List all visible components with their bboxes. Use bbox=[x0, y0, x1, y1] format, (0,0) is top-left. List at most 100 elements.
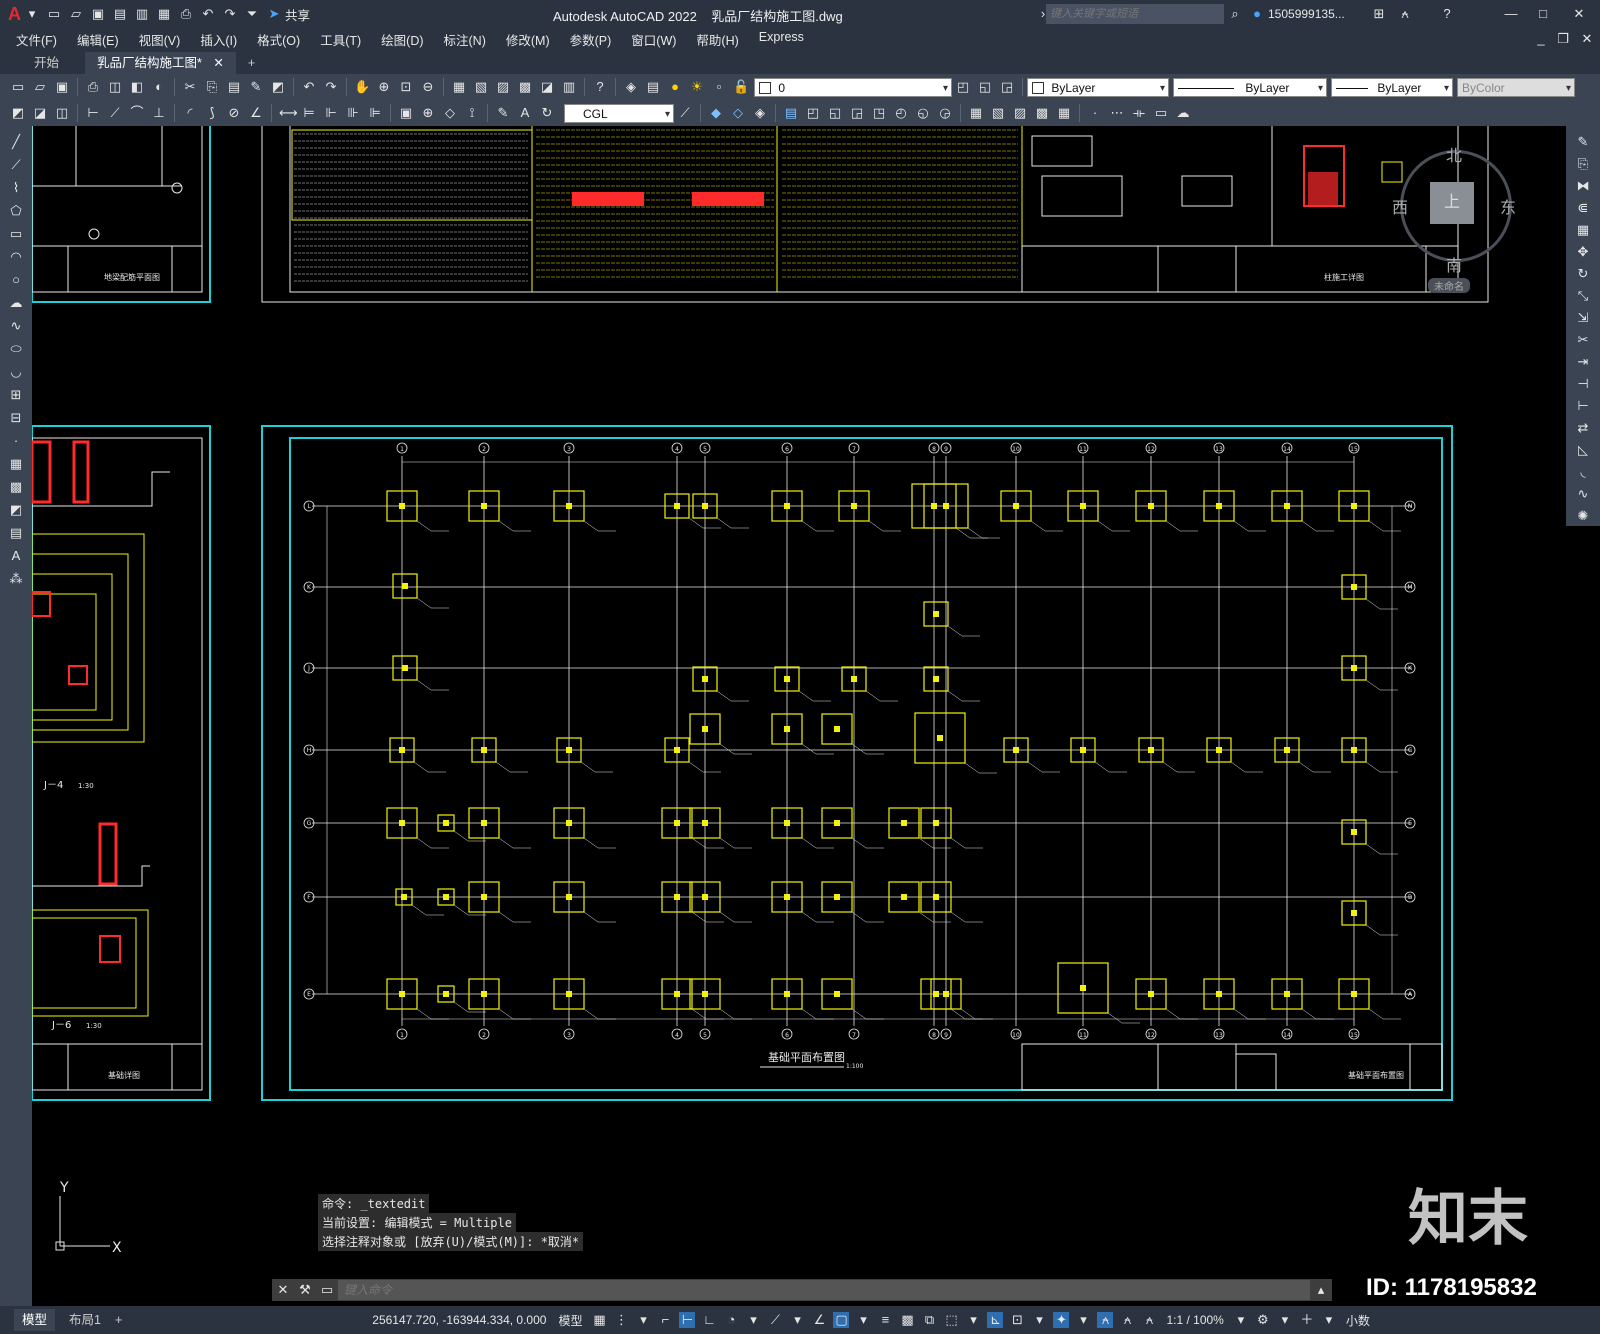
tab-layout1[interactable]: 布局1 bbox=[61, 1309, 109, 1331]
erase-icon[interactable]: ✎ bbox=[1575, 134, 1591, 152]
insert-block-icon[interactable]: ⊞ bbox=[8, 387, 24, 406]
snap-icon[interactable]: ⋮ bbox=[613, 1312, 629, 1328]
dim-text-edit-icon[interactable]: A bbox=[517, 105, 533, 121]
annotation-visibility-icon[interactable]: ⍲ bbox=[1097, 1312, 1114, 1328]
explode-icon[interactable]: ✺ bbox=[1575, 508, 1591, 526]
chamfer-icon[interactable]: ◺ bbox=[1575, 442, 1591, 460]
viewport-icon[interactable]: ▫ bbox=[711, 79, 727, 95]
search-icon[interactable]: ⌕ bbox=[1227, 6, 1243, 22]
new-icon[interactable]: ▭ bbox=[46, 6, 62, 22]
selection-filter-icon[interactable]: ⊡ bbox=[1009, 1312, 1025, 1328]
viewcube[interactable]: 上 北 南 西 东 未命名 bbox=[1392, 136, 1522, 296]
ole-icon[interactable]: ◶ bbox=[937, 105, 953, 121]
fillet-icon[interactable]: ◟ bbox=[1575, 464, 1591, 482]
plot-icon[interactable]: ⎙ bbox=[178, 6, 194, 22]
add-selected-icon[interactable]: ⁂ bbox=[8, 571, 24, 590]
chevron-down-icon[interactable]: ▾ bbox=[1321, 1312, 1337, 1328]
hatch-icon[interactable]: ▦ bbox=[968, 105, 984, 121]
chevron-down-icon[interactable]: ▾ bbox=[1031, 1312, 1047, 1328]
dynamic-ucs-icon[interactable]: ⊾ bbox=[987, 1312, 1004, 1328]
cut-icon[interactable]: ✂ bbox=[182, 79, 198, 95]
chevron-down-icon[interactable]: ▾ bbox=[745, 1312, 761, 1328]
open-icon[interactable]: ▱ bbox=[68, 6, 84, 22]
dim-continue-icon[interactable]: ⊩ bbox=[323, 105, 339, 121]
open-icon[interactable]: ▱ bbox=[32, 79, 48, 95]
divide-icon[interactable]: ⋯ bbox=[1109, 105, 1125, 121]
3d-osnap-icon[interactable]: ⬚ bbox=[943, 1312, 959, 1328]
chevron-down-icon[interactable]: ▾ bbox=[1233, 1312, 1249, 1328]
dim-aligned-icon[interactable]: ⟋ bbox=[107, 105, 123, 121]
doc-restore-icon[interactable]: ❐ bbox=[1555, 31, 1571, 47]
annotation-scale-value[interactable]: 1:1 / 100% bbox=[1166, 1313, 1223, 1327]
lightbulb-icon[interactable]: ● bbox=[667, 79, 683, 95]
chevron-up-icon[interactable]: ▴ bbox=[1313, 1282, 1329, 1298]
dwf-attach-icon[interactable]: ◴ bbox=[893, 105, 909, 121]
menu-item[interactable]: 绘图(D) bbox=[381, 30, 423, 49]
chevron-down-icon[interactable]: ▾ bbox=[635, 1312, 651, 1328]
move-icon[interactable]: ✥ bbox=[1575, 244, 1591, 262]
layer-previous-icon[interactable]: ◱ bbox=[977, 79, 993, 95]
lock-icon[interactable]: 🔓 bbox=[733, 79, 749, 95]
boundary-icon[interactable]: ▨ bbox=[1012, 105, 1028, 121]
gradient-icon[interactable]: ▧ bbox=[990, 105, 1006, 121]
tab-model[interactable]: 模型 bbox=[14, 1309, 56, 1331]
xclip-icon[interactable]: ◰ bbox=[805, 105, 821, 121]
dim-space-icon[interactable]: ⊪ bbox=[345, 105, 361, 121]
menu-item[interactable]: 插入(I) bbox=[200, 30, 237, 49]
copy-icon[interactable]: ⎘ bbox=[1575, 156, 1591, 174]
image-icon[interactable]: ◲ bbox=[849, 105, 865, 121]
mirror-icon[interactable]: ⧓ bbox=[1575, 178, 1591, 196]
new-tab-button[interactable]: + bbox=[236, 52, 267, 74]
lineweight-dropdown[interactable]: ByLayer ▾ bbox=[1331, 77, 1453, 97]
preview-icon[interactable]: ◫ bbox=[107, 79, 123, 95]
model-space-button[interactable]: 模型 bbox=[558, 1312, 582, 1329]
infer-icon[interactable]: ⌐ bbox=[657, 1312, 673, 1328]
rectangle-icon[interactable]: ▭ bbox=[8, 226, 24, 245]
revcloud-icon[interactable]: ☁ bbox=[1175, 105, 1191, 121]
zoom-window-icon[interactable]: ⊡ bbox=[398, 79, 414, 95]
compass-west[interactable]: 西 bbox=[1392, 194, 1408, 218]
maximize-icon[interactable]: □ bbox=[1535, 6, 1551, 22]
rotate-icon[interactable]: ↻ bbox=[1575, 266, 1591, 284]
share-label[interactable]: 共享 bbox=[285, 5, 310, 24]
compass-north[interactable]: 北 bbox=[1446, 142, 1462, 166]
save-icon[interactable]: ▣ bbox=[90, 6, 106, 22]
tab-drawing[interactable]: 乳品厂结构施工图* ✕ bbox=[85, 52, 236, 74]
paste-icon[interactable]: ▤ bbox=[226, 79, 242, 95]
ellipse-arc-icon[interactable]: ◡ bbox=[8, 364, 24, 383]
arc-icon[interactable]: ◠ bbox=[8, 249, 24, 268]
dimstyle-icon[interactable]: ⟋ bbox=[677, 105, 693, 121]
osnap-icon[interactable]: ▢ bbox=[833, 1312, 850, 1328]
web-save-icon[interactable]: ▦ bbox=[156, 6, 172, 22]
chevron-down-icon[interactable]: ▾ bbox=[965, 1312, 981, 1328]
break-icon[interactable]: ⊢ bbox=[1575, 398, 1591, 416]
pline-icon[interactable]: ⌇ bbox=[8, 180, 24, 199]
menu-item[interactable]: 参数(P) bbox=[570, 30, 612, 49]
extend-icon[interactable]: ⇥ bbox=[1575, 354, 1591, 372]
dgn-attach-icon[interactable]: ◵ bbox=[915, 105, 931, 121]
zoom-realtime-icon[interactable]: ⊕ bbox=[376, 79, 392, 95]
selection-cycling-icon[interactable]: ⧉ bbox=[921, 1312, 937, 1328]
xline-icon[interactable]: ⟋ bbox=[8, 157, 24, 176]
web-open-icon[interactable]: ▥ bbox=[134, 6, 150, 22]
array-icon[interactable]: ▦ bbox=[1575, 222, 1591, 240]
gradient-icon[interactable]: ▩ bbox=[8, 479, 24, 498]
point-icon[interactable]: · bbox=[8, 433, 24, 452]
measure-icon[interactable]: ⟛ bbox=[1131, 105, 1147, 121]
viewcube-face[interactable]: 上 bbox=[1430, 182, 1474, 224]
sun-icon[interactable]: ☀ bbox=[689, 79, 705, 95]
doc-minimize-icon[interactable]: _ bbox=[1533, 31, 1549, 47]
app-logo[interactable]: A bbox=[8, 4, 21, 25]
chevron-down-icon[interactable]: ▾ bbox=[855, 1312, 871, 1328]
spline-icon[interactable]: ∿ bbox=[8, 318, 24, 337]
markup-icon[interactable]: ◪ bbox=[539, 79, 555, 95]
dim-ordinate-icon[interactable]: ⊥ bbox=[151, 105, 167, 121]
tolerance-icon[interactable]: ▣ bbox=[398, 105, 414, 121]
dim-baseline-icon[interactable]: ⊨ bbox=[301, 105, 317, 121]
transparency-icon[interactable]: ▩ bbox=[899, 1312, 915, 1328]
block-icon[interactable]: ◩ bbox=[270, 79, 286, 95]
dim-radius-icon[interactable]: ◜ bbox=[182, 105, 198, 121]
jogged-linear-icon[interactable]: ⟟ bbox=[464, 105, 480, 121]
blend-icon[interactable]: ∿ bbox=[1575, 486, 1591, 504]
help-icon[interactable]: ? bbox=[592, 79, 608, 95]
